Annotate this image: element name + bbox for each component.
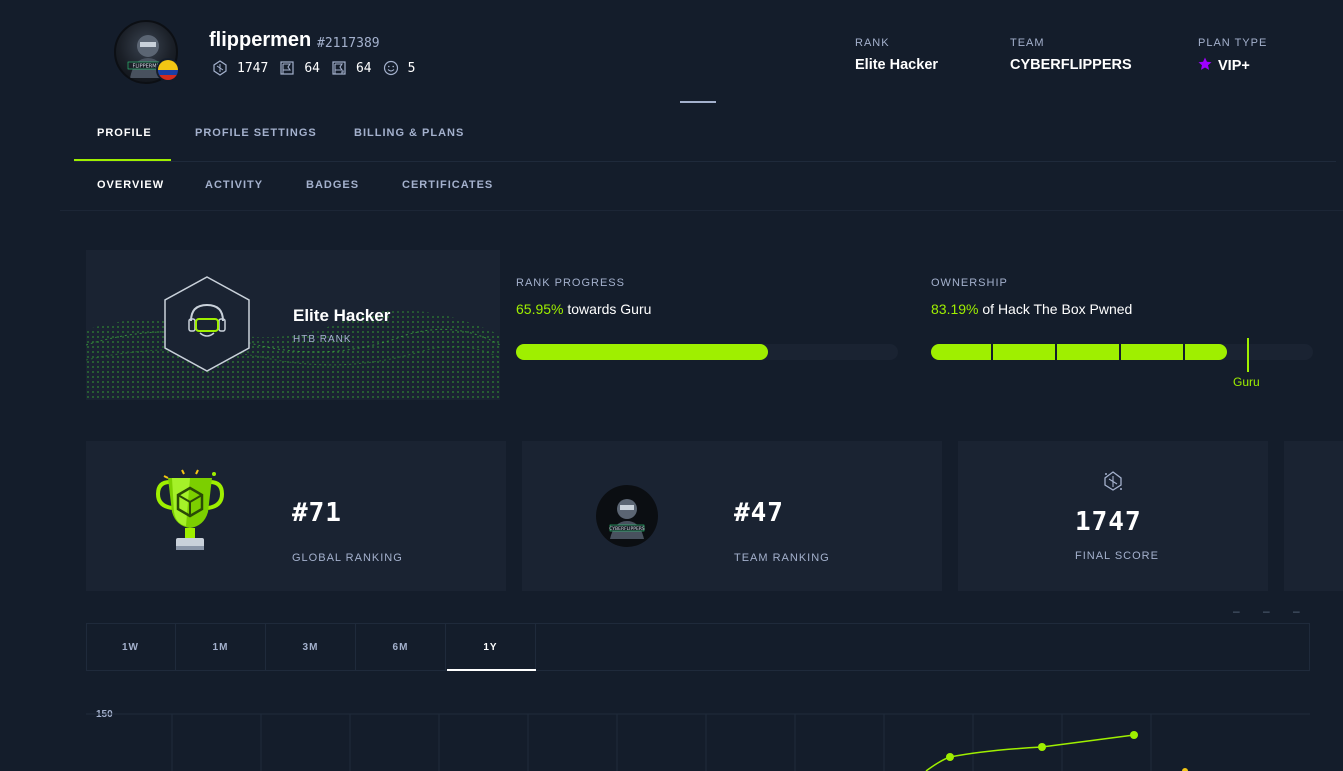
tab-billing-plans[interactable]: BILLING & PLANS <box>354 127 464 139</box>
system-owns-icon: # <box>330 59 348 77</box>
team-value[interactable]: CYBERFLIPPERS <box>1010 57 1132 73</box>
ownership-segment-tick <box>991 344 993 372</box>
rank-label: RANK <box>855 37 890 49</box>
chart-point <box>1130 731 1138 739</box>
subtab-activity[interactable]: ACTIVITY <box>205 179 263 191</box>
respect-icon <box>382 59 400 77</box>
rank-card-subtitle: HTB RANK <box>293 334 352 345</box>
active-range-indicator <box>447 669 536 671</box>
svg-text:CYBERFLIPPERS: CYBERFLIPPERS <box>609 526 645 532</box>
points-icon <box>1102 470 1124 497</box>
team-label: TEAM <box>1010 37 1045 49</box>
points-icon <box>211 59 229 77</box>
next-card-partial <box>1284 441 1343 591</box>
chart-point <box>1038 743 1046 751</box>
rank-card-title: Elite Hacker <box>293 306 391 325</box>
guru-marker <box>1247 338 1249 372</box>
svg-text:#: # <box>341 70 344 76</box>
points-value: 1747 <box>237 60 269 76</box>
range-tab-3m[interactable]: 3M <box>266 623 356 671</box>
range-tab-1w[interactable]: 1W <box>86 623 176 671</box>
rank-progress-label: RANK PROGRESS <box>516 277 625 289</box>
country-flag-icon <box>156 58 180 82</box>
user-id: #2117389 <box>317 36 380 51</box>
rank-value: Elite Hacker <box>855 57 939 73</box>
user-owns-icon <box>278 59 296 77</box>
ownership-label: OWNERSHIP <box>931 277 1008 289</box>
user-stats: 1747 64 # 64 5 <box>211 59 425 77</box>
rank-progress-text: 65.95% towards Guru <box>516 301 651 317</box>
subtab-certificates[interactable]: CERTIFICATES <box>402 179 493 191</box>
username: flippermen <box>209 29 312 51</box>
trophy-icon <box>152 468 228 554</box>
ownership-text: 83.19% of Hack The Box Pwned <box>931 301 1132 317</box>
subtab-overview[interactable]: OVERVIEW <box>97 179 164 191</box>
team-ranking-value: #47 <box>734 498 784 528</box>
collapse-handle[interactable] <box>680 101 716 103</box>
tab-profile[interactable]: PROFILE <box>97 127 152 139</box>
ownership-percent: 83.19% <box>931 301 979 317</box>
range-tab-6m[interactable]: 6M <box>356 623 446 671</box>
global-ranking-label: GLOBAL RANKING <box>292 552 403 564</box>
ownership-segment-tick <box>1119 344 1121 372</box>
guru-marker-label: Guru <box>1233 375 1260 389</box>
subtab-badges[interactable]: BADGES <box>306 179 359 191</box>
plan-value: VIP+ <box>1218 58 1250 74</box>
plan-value-wrap: VIP+ <box>1198 57 1250 75</box>
tab-profile-settings[interactable]: PROFILE SETTINGS <box>195 127 317 139</box>
final-score-value: 1747 <box>1075 507 1142 537</box>
rank-progress-suffix: towards Guru <box>567 301 652 317</box>
team-ranking-card <box>522 441 942 591</box>
rank-badge-icon <box>162 275 252 373</box>
team-ranking-label: TEAM RANKING <box>734 552 830 564</box>
carousel-dot[interactable]: – <box>1263 604 1270 618</box>
system-owns-value: 64 <box>355 60 372 76</box>
rank-progress-fill <box>516 344 768 360</box>
carousel-dot[interactable]: – <box>1293 604 1300 618</box>
plan-label: PLAN TYPE <box>1198 37 1268 49</box>
range-tab-1m[interactable]: 1M <box>176 623 266 671</box>
ranking-chart <box>86 690 1343 771</box>
range-tab-1y[interactable]: 1Y <box>446 623 536 671</box>
final-score-label: FINAL SCORE <box>1075 550 1159 562</box>
respect-value: 5 <box>407 60 416 76</box>
chart-point <box>946 753 954 761</box>
star-icon <box>1198 57 1212 75</box>
ownership-segment-tick <box>1183 344 1185 372</box>
subtabs-divider <box>60 210 1343 211</box>
carousel-dot[interactable]: – <box>1233 604 1240 618</box>
team-avatar[interactable]: CYBERFLIPPERS <box>596 485 658 547</box>
global-ranking-value: #71 <box>292 498 342 528</box>
tabs-divider <box>74 161 1336 162</box>
rank-progress-percent: 65.95% <box>516 301 564 317</box>
ownership-segment-tick <box>1055 344 1057 372</box>
ownership-suffix: of Hack The Box Pwned <box>982 301 1133 317</box>
user-owns-value: 64 <box>304 60 320 76</box>
